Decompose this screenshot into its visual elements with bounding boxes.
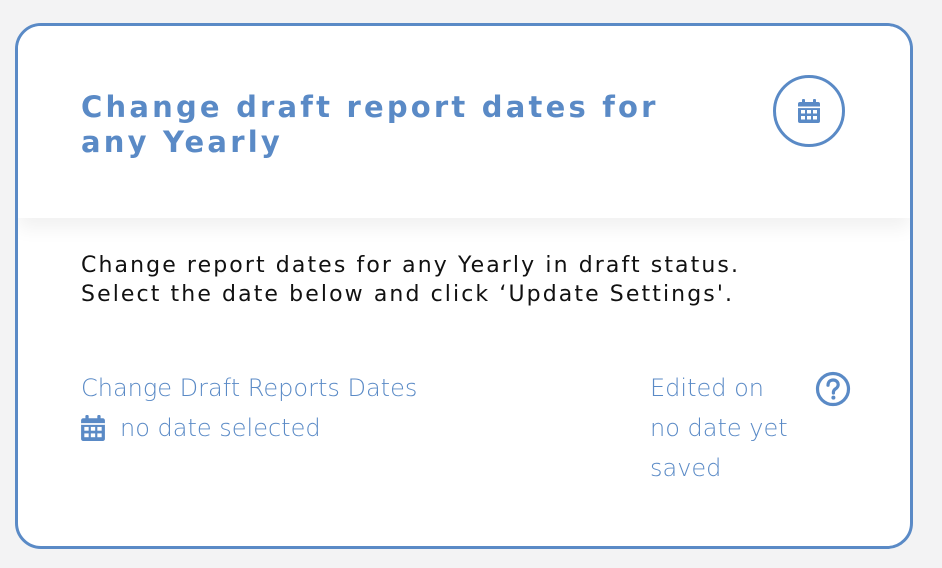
draft-date-picker[interactable]: no date selected [81,408,321,448]
edited-on-value: no date yet saved [650,414,788,482]
date-value: no date selected [120,414,321,442]
edited-on-label: Edited on [650,374,764,402]
card-title: Change draft report dates for any Yearly [81,90,659,159]
calendar-icon [81,415,105,441]
card-body: Change report dates for any Yearly in dr… [18,218,910,546]
description-line-1: Change report dates for any Yearly in dr… [81,253,741,278]
calendar-icon [798,99,820,123]
question-circle-icon[interactable] [815,371,851,407]
description: Change report dates for any Yearly in dr… [81,251,881,309]
calendar-button[interactable] [773,75,845,147]
card-header: Change draft report dates for any Yearly [18,26,910,218]
settings-card: Change draft report dates for any Yearly [15,23,913,549]
description-line-2: Select the date below and click ‘Update … [81,282,735,307]
edited-on-block: Edited on no date yet saved [650,368,820,488]
date-field-label: Change Draft Reports Dates [81,374,418,402]
